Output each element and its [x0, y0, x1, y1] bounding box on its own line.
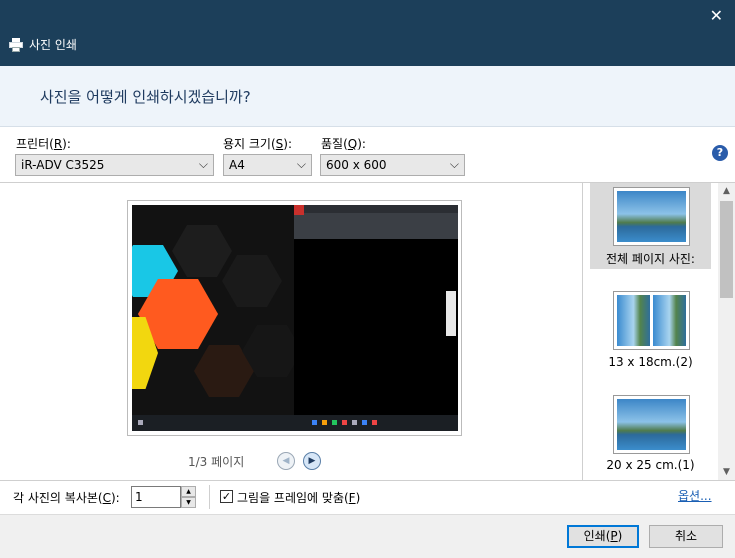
dialog-heading: 사진을 어떻게 인쇄하시겠습니까?	[40, 88, 251, 106]
layout-thumbnail	[613, 291, 690, 350]
dialog-footer: 인쇄(P) 취소	[0, 514, 735, 558]
copies-decrement-button[interactable]: ▼	[181, 497, 196, 508]
printer-select-value: iR-ADV C3525	[21, 158, 105, 172]
page-indicator: 1/3 페이지	[188, 455, 245, 469]
copies-label: 각 사진의 복사본(C):	[13, 491, 120, 505]
paper-size-select[interactable]: A4 ⌵	[223, 154, 312, 176]
chevron-down-icon: ⌵	[296, 157, 306, 171]
quality-select[interactable]: 600 x 600 ⌵	[320, 154, 465, 176]
help-icon[interactable]: ?	[712, 145, 728, 161]
scroll-up-icon[interactable]: ▲	[718, 183, 735, 199]
layout-thumbnail	[613, 395, 690, 454]
layout-option-13x18[interactable]: 13 x 18cm.(2)	[590, 289, 711, 371]
print-preview	[127, 200, 462, 436]
preview-area: 1/3 페이지 ◀ ▶	[0, 183, 582, 480]
previous-page-button[interactable]: ◀	[277, 452, 295, 470]
quality-select-value: 600 x 600	[326, 158, 387, 172]
window-title-text: 사진 인쇄	[29, 38, 77, 52]
paper-size-select-value: A4	[229, 158, 245, 172]
fit-to-frame-label: 그림을 프레임에 맞춤(F)	[237, 491, 361, 505]
layout-option-full-page[interactable]: 전체 페이지 사진:	[590, 183, 711, 269]
cancel-button[interactable]: 취소	[649, 525, 723, 548]
layout-label: 13 x 18cm.(2)	[608, 355, 693, 369]
copies-increment-button[interactable]: ▲	[181, 486, 196, 497]
scrollbar-thumb[interactable]	[720, 201, 733, 298]
printer-label: 프린터(R):	[16, 137, 71, 151]
layout-label: 20 x 25 cm.(1)	[606, 458, 695, 472]
title-bar: 사진 인쇄 ✕	[0, 0, 735, 66]
window-title: 사진 인쇄	[9, 36, 77, 53]
dialog-header: 사진을 어떻게 인쇄하시겠습니까?	[0, 66, 735, 127]
divider	[209, 485, 210, 509]
preview-image	[132, 205, 458, 431]
layout-thumbnail	[613, 187, 690, 246]
chevron-down-icon: ⌵	[449, 157, 459, 171]
layout-option-20x25[interactable]: 20 x 25 cm.(1)	[590, 393, 711, 475]
layout-list: 전체 페이지 사진: 13 x 18cm.(2) 20 x 25 cm.(1)	[583, 183, 718, 480]
scroll-down-icon[interactable]: ▼	[718, 464, 735, 480]
quality-label: 품질(Q):	[321, 137, 366, 151]
fit-to-frame-checkbox[interactable]: ✓	[220, 490, 233, 503]
layout-scrollbar[interactable]: ▲ ▼	[718, 183, 735, 480]
options-link[interactable]: 옵션...	[678, 487, 712, 504]
copies-row: 각 사진의 복사본(C): 1 ▲ ▼ ✓ 그림을 프레임에 맞춤(F) 옵션.…	[0, 481, 735, 514]
print-button[interactable]: 인쇄(P)	[567, 525, 639, 548]
printer-select[interactable]: iR-ADV C3525 ⌵	[15, 154, 214, 176]
close-icon[interactable]: ✕	[710, 6, 723, 25]
options-row: 프린터(R): iR-ADV C3525 ⌵ 용지 크기(S): A4 ⌵ 품질…	[0, 127, 735, 182]
paper-size-label: 용지 크기(S):	[223, 137, 293, 151]
printer-icon	[9, 37, 23, 52]
layout-label: 전체 페이지 사진:	[606, 252, 695, 266]
chevron-down-icon: ⌵	[198, 157, 208, 171]
copies-input[interactable]: 1	[131, 486, 181, 508]
next-page-button[interactable]: ▶	[303, 452, 321, 470]
